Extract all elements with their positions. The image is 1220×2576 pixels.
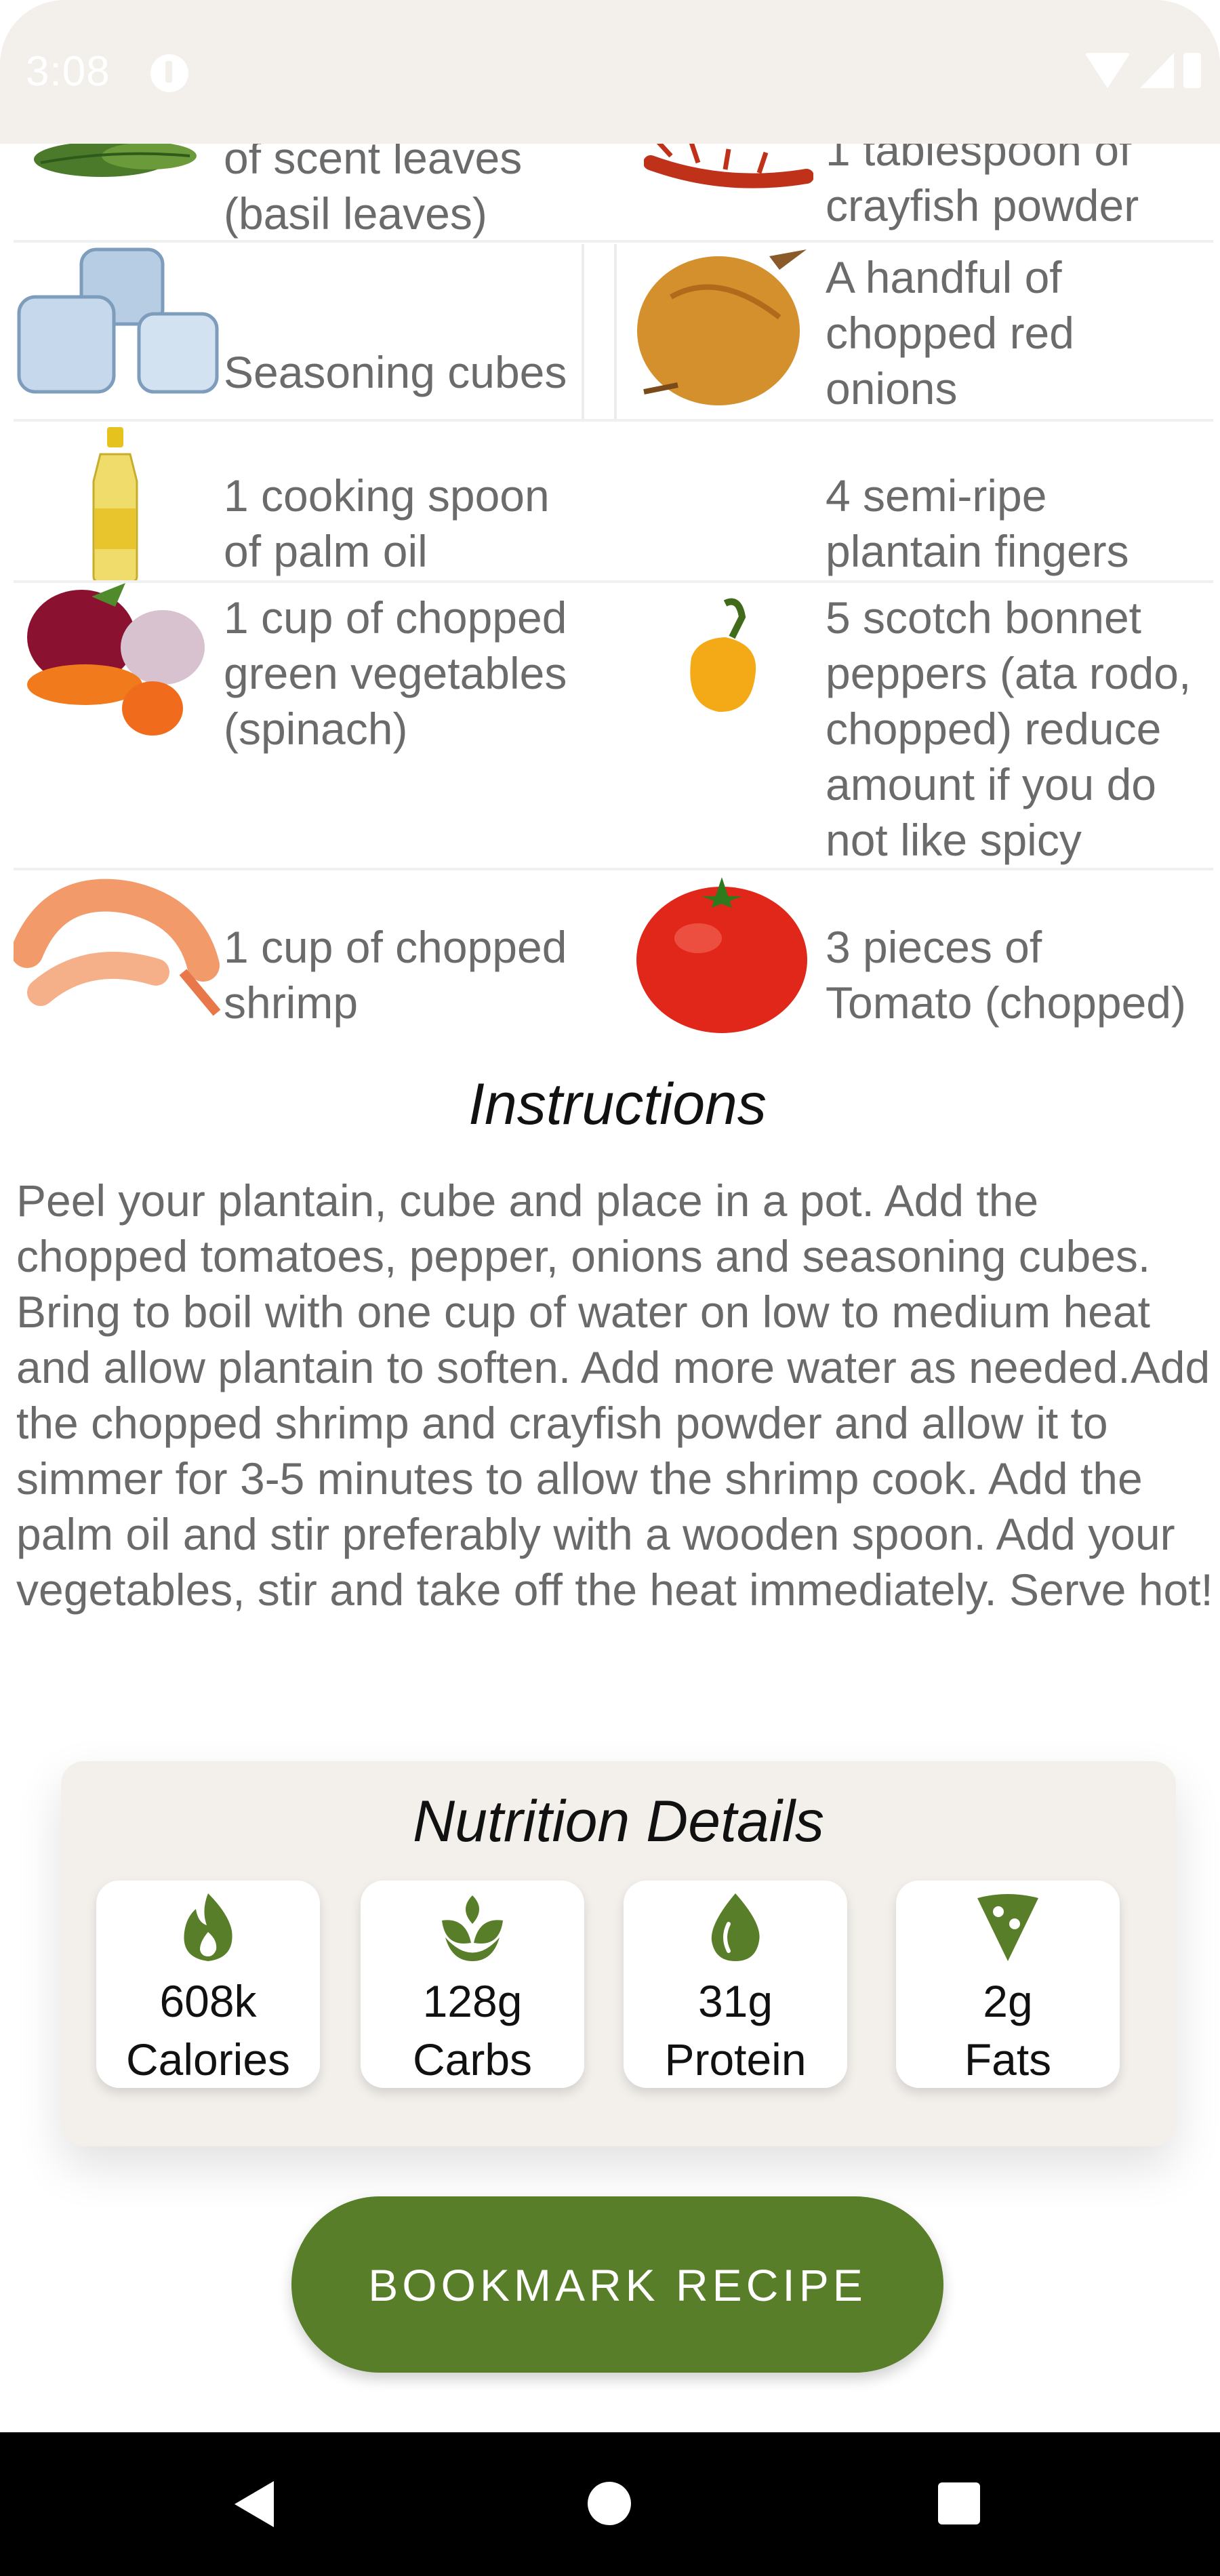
nutrition-card: Nutrition Details 608k Calories 128g Car… (61, 1761, 1176, 2146)
flame-icon (184, 1893, 232, 1961)
onion-icon (637, 249, 807, 405)
nutrition-protein: 31g Protein (624, 1880, 847, 2088)
status-time: 3:08 (26, 48, 110, 95)
drop-icon (711, 1893, 760, 1961)
ingredient-tomato: 3 pieces of Tomato (chopped) (610, 870, 1220, 1033)
ice-cubes-icon (17, 247, 219, 394)
status-icons (1084, 53, 1201, 88)
pizza-slice-icon (977, 1894, 1038, 1961)
ingredient-shrimp: 1 cup of chopped shrimp (0, 870, 610, 1033)
app-notification-icon (150, 54, 188, 92)
nutrition-fats: 2g Fats (896, 1880, 1120, 2088)
ingredient-text: 3 pieces of Tomato (chopped) (826, 922, 1186, 1028)
battery-icon (1183, 53, 1201, 88)
carbs-label: Carbs (412, 2034, 533, 2085)
instructions-body: Peel your plantain, cube and place in a … (16, 1175, 1213, 1615)
ingredient-text: 1 cup of chopped green vegetables (spina… (224, 592, 567, 754)
ingredient-text: 1 cooking spoon of palm oil (224, 470, 550, 576)
fats-label: Fats (964, 2034, 1052, 2085)
shrimp-icon (14, 879, 221, 1016)
ingredient-text: A handful of chopped red onions (826, 252, 1074, 414)
nutrition-carbs: 128g Carbs (361, 1880, 584, 2088)
ingredient-seasoning: Seasoning cubes (0, 243, 610, 420)
ingredient-text: of scent leaves (basil leaves) (224, 133, 523, 239)
fats-value: 2g (983, 1976, 1033, 2026)
ingredient-text: 4 semi-ripe plantain fingers (826, 470, 1129, 576)
recent-apps-icon[interactable] (938, 2482, 980, 2524)
pepper-icon (690, 598, 756, 712)
back-icon[interactable] (235, 2481, 274, 2527)
wifi-icon (1084, 53, 1131, 88)
ingredient-pepper: 5 scotch bonnet peppers (ata rodo, chopp… (610, 583, 1220, 868)
carbs-value: 128g (422, 1976, 523, 2026)
calories-value: 608k (159, 1976, 257, 2026)
bookmark-recipe-button[interactable]: BOOKMARK RECIPE (291, 2196, 943, 2373)
vegetables-icon (27, 583, 205, 736)
ingredient-palm-oil: 1 cooking spoon of palm oil (0, 422, 610, 584)
ingredient-onion: A handful of chopped red onions (610, 243, 1220, 420)
status-bar: 3:08 (0, 0, 1220, 144)
navigation-bar (0, 2432, 1220, 2576)
leaf-icon (442, 1895, 503, 1961)
ingredient-text: 1 cup of chopped shrimp (224, 922, 567, 1028)
ingredient-plantain: 4 semi-ripe plantain fingers (610, 422, 1220, 584)
crayfish-icon (644, 139, 813, 188)
home-icon[interactable] (588, 2482, 631, 2525)
signal-icon (1140, 53, 1174, 88)
tomato-icon (636, 877, 807, 1033)
column-divider (582, 244, 584, 419)
instructions-title: Instructions (468, 1072, 767, 1137)
ingredient-text: Seasoning cubes (224, 347, 567, 397)
protein-label: Protein (664, 2034, 807, 2085)
ingredient-vegetables: 1 cup of chopped green vegetables (spina… (0, 583, 610, 868)
ingredient-text: 5 scotch bonnet peppers (ata rodo, chopp… (826, 592, 1192, 865)
protein-value: 31g (697, 1976, 773, 2026)
nutrition-calories: 608k Calories (96, 1880, 320, 2088)
calories-label: Calories (125, 2034, 291, 2085)
oil-bottle-icon (92, 427, 138, 583)
nutrition-title: Nutrition Details (413, 1789, 824, 1854)
